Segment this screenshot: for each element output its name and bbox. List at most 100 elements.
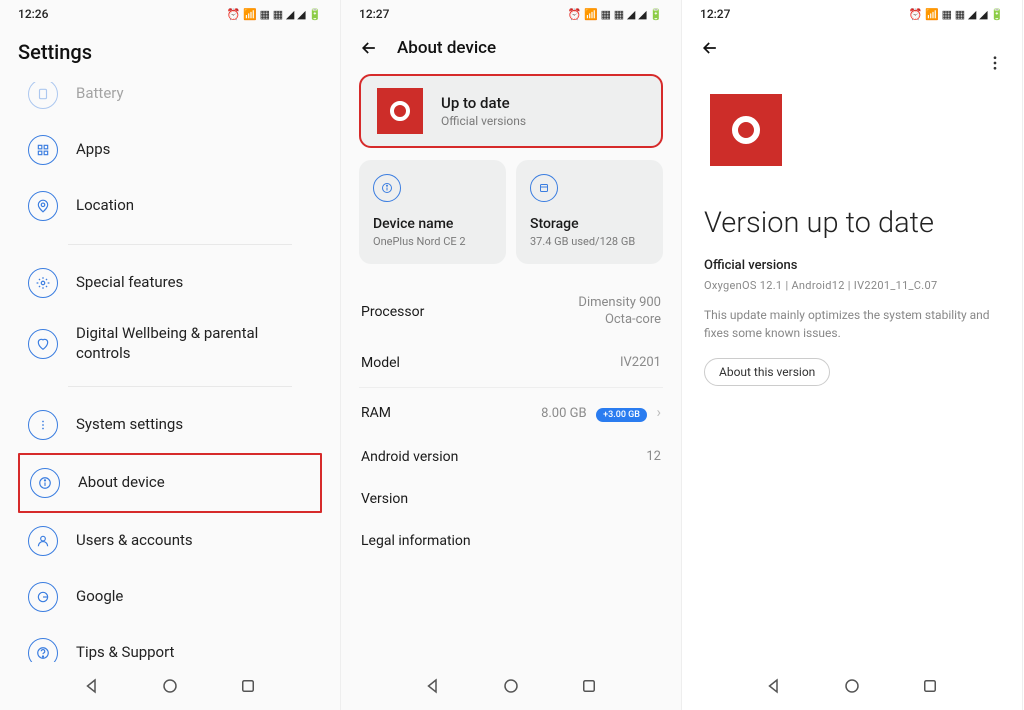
divider	[68, 244, 292, 245]
status-bar: 12:27 ⏰ 📶 ▦ ▦ ◢ ◢ 🔋	[341, 0, 681, 28]
spec-key: Android version	[361, 449, 458, 465]
spec-android-version[interactable]: Android version 12	[359, 436, 663, 479]
status-icons: ⏰ 📶 ▦ ▦ ◢ ◢ 🔋	[227, 8, 322, 21]
version-content: Version up to date Official versions Oxy…	[682, 74, 1022, 662]
question-icon	[28, 638, 58, 662]
spec-legal-info[interactable]: Legal information	[359, 520, 663, 562]
back-arrow-icon[interactable]	[359, 38, 379, 58]
spec-value: 8.00 GB	[541, 406, 587, 421]
google-icon	[28, 582, 58, 612]
status-time: 12:27	[700, 7, 730, 21]
version-subtitle: Official versions	[704, 258, 1000, 273]
item-label: System settings	[76, 415, 183, 435]
battery-icon	[28, 82, 58, 109]
status-icons: ⏰ 📶 ▦ ▦ ◢ ◢ 🔋	[568, 8, 663, 21]
dots-icon	[28, 410, 58, 440]
nav-recent[interactable]	[580, 677, 598, 695]
spec-value: 12	[646, 449, 661, 466]
about-content: Up to date Official versions Device name…	[341, 74, 681, 662]
status-bar: 12:26 ⏰ 📶 ▦ ▦ ◢ ◢ 🔋	[0, 0, 340, 28]
nav-back[interactable]	[765, 677, 783, 695]
nav-recent[interactable]	[239, 677, 257, 695]
nav-back[interactable]	[83, 677, 101, 695]
nav-home[interactable]	[161, 677, 179, 695]
page-title: Settings	[0, 28, 340, 82]
sidebar-item-special-features[interactable]: Special features	[18, 255, 322, 311]
oneplus-logo-icon	[710, 94, 782, 166]
sidebar-item-about-device[interactable]: About device	[18, 453, 322, 513]
item-label: Digital Wellbeing & parental controls	[76, 324, 312, 363]
spec-ram[interactable]: RAM 8.00 GB +3.00 GB ›	[359, 390, 663, 436]
spec-key: Processor	[361, 304, 424, 320]
sidebar-item-users-accounts[interactable]: Users & accounts	[18, 513, 322, 569]
status-bar: 12:27 ⏰ 📶 ▦ ▦ ◢ ◢ 🔋	[682, 0, 1022, 28]
sidebar-item-digital-wellbeing[interactable]: Digital Wellbeing & parental controls	[18, 311, 322, 376]
screen-about-device: 12:27 ⏰ 📶 ▦ ▦ ◢ ◢ 🔋 About device Up to d…	[341, 0, 682, 710]
card-value: OnePlus Nord CE 2	[373, 235, 492, 248]
about-version-button[interactable]: About this version	[704, 358, 830, 386]
uptodate-subtitle: Official versions	[441, 114, 526, 128]
nav-recent[interactable]	[921, 677, 939, 695]
item-label: About device	[78, 473, 165, 493]
divider	[68, 386, 292, 387]
nav-home[interactable]	[843, 677, 861, 695]
spec-value: Dimensity 900 Octa-core	[578, 295, 661, 329]
sidebar-item-location[interactable]: Location	[18, 178, 322, 234]
screen-settings: 12:26 ⏰ 📶 ▦ ▦ ◢ ◢ 🔋 Settings Battery App…	[0, 0, 341, 710]
ram-badge: +3.00 GB	[596, 408, 647, 422]
spec-model[interactable]: Model IV2201	[359, 342, 663, 385]
screen-version: 12:27 ⏰ 📶 ▦ ▦ ◢ ◢ 🔋 Version up to date O…	[682, 0, 1023, 710]
item-label: Location	[76, 196, 134, 216]
nav-bar	[0, 662, 340, 710]
back-arrow-icon[interactable]	[700, 38, 720, 58]
location-icon	[28, 191, 58, 221]
spec-version[interactable]: Version	[359, 478, 663, 520]
status-time: 12:27	[359, 7, 389, 21]
storage-card[interactable]: Storage 37.4 GB used/128 GB	[516, 160, 663, 264]
sidebar-item-battery[interactable]: Battery	[18, 82, 322, 122]
up-to-date-card[interactable]: Up to date Official versions	[359, 74, 663, 148]
spec-processor[interactable]: Processor Dimensity 900 Octa-core	[359, 282, 663, 342]
oneplus-logo-icon	[377, 88, 423, 134]
sidebar-item-system-settings[interactable]: System settings	[18, 397, 322, 453]
item-label: Special features	[76, 273, 183, 293]
item-label: Apps	[76, 140, 110, 160]
version-title: Version up to date	[704, 206, 1000, 240]
spec-key: Legal information	[361, 533, 471, 549]
nav-bar	[682, 662, 1022, 710]
page-title: About device	[397, 38, 496, 58]
item-label: Battery	[76, 84, 124, 104]
header	[682, 28, 1022, 74]
card-title: Device name	[373, 216, 492, 232]
status-time: 12:26	[18, 7, 48, 21]
item-label: Google	[76, 587, 123, 607]
apps-icon	[28, 135, 58, 165]
heart-icon	[28, 329, 58, 359]
version-chips: OxygenOS 12.1 | Android12 | IV2201_11_C.…	[704, 279, 1000, 292]
device-name-card[interactable]: Device name OnePlus Nord CE 2	[359, 160, 506, 264]
status-icons: ⏰ 📶 ▦ ▦ ◢ ◢ 🔋	[909, 8, 1004, 21]
spec-key: Version	[361, 491, 408, 507]
gear-icon	[28, 268, 58, 298]
nav-bar	[341, 662, 681, 710]
item-label: Tips & Support	[76, 643, 174, 662]
version-description: This update mainly optimizes the system …	[704, 306, 1000, 342]
chevron-right-icon: ›	[656, 403, 661, 421]
item-label: Users & accounts	[76, 531, 193, 551]
storage-icon	[530, 174, 558, 202]
info-icon	[373, 174, 401, 202]
card-title: Storage	[530, 216, 649, 232]
nav-back[interactable]	[424, 677, 442, 695]
kebab-menu-icon[interactable]	[986, 54, 1004, 76]
sidebar-item-google[interactable]: Google	[18, 569, 322, 625]
uptodate-title: Up to date	[441, 94, 526, 112]
user-icon	[28, 526, 58, 556]
settings-list: Battery Apps Location Special features D…	[0, 82, 340, 662]
info-icon	[30, 468, 60, 498]
sidebar-item-apps[interactable]: Apps	[18, 122, 322, 178]
header: About device	[341, 28, 681, 74]
card-value: 37.4 GB used/128 GB	[530, 235, 649, 248]
sidebar-item-tips-support[interactable]: Tips & Support	[18, 625, 322, 662]
divider	[359, 387, 663, 388]
nav-home[interactable]	[502, 677, 520, 695]
